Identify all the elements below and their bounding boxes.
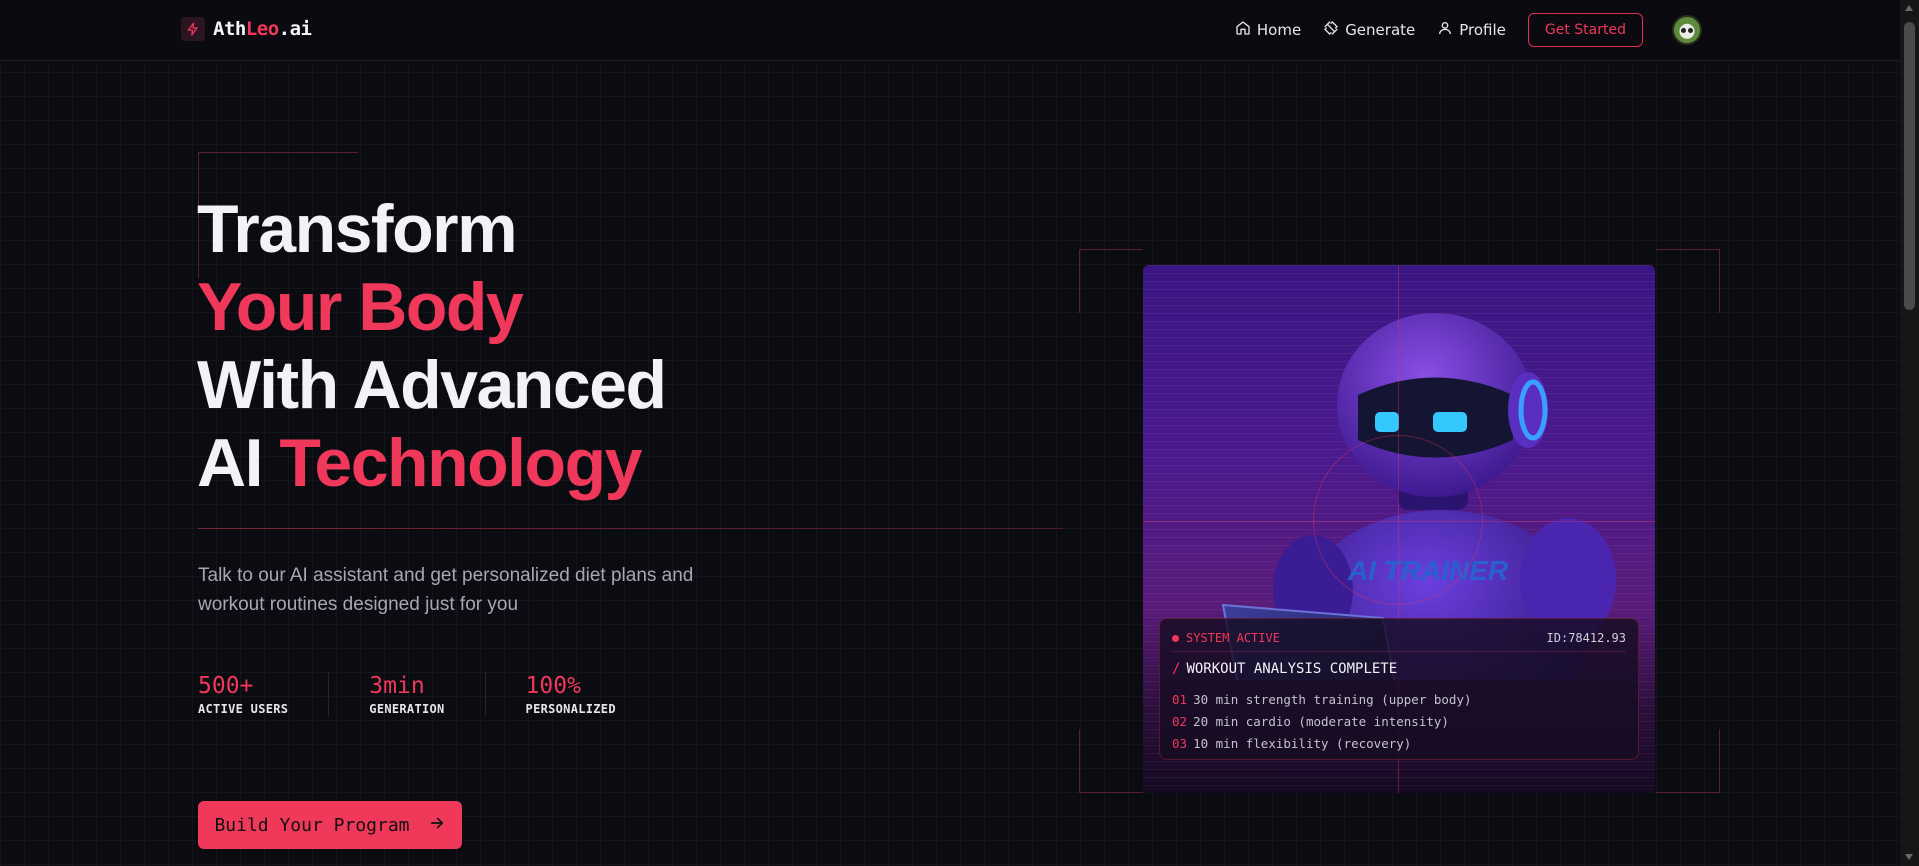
headline-line-4: AI Technology [197,425,642,501]
nav-item-label: Generate [1345,21,1416,39]
scroll-thumb[interactable] [1904,22,1915,310]
stats-row: 500+ ACTIVE USERS 3min GENERATION 100% P… [198,672,696,716]
stat-label: PERSONALIZED [525,702,616,716]
stat-active-users: 500+ ACTIVE USERS [198,672,330,716]
stat-personalized: 100% PERSONALIZED [526,672,656,716]
frame-corner [1656,249,1720,313]
list-item: 01 30 min strength training (upper body) [1172,692,1472,707]
build-program-label: Build Your Program [214,814,410,836]
nav-item-generate[interactable]: Generate [1323,20,1415,40]
stat-label: GENERATION [369,702,445,716]
nav-item-home[interactable]: Home [1235,20,1301,40]
list-item: 02 20 min cardio (moderate intensity) [1172,714,1449,729]
status-dot-icon [1172,634,1179,642]
hero-headline: Transform Your Body With Advanced AI Tec… [197,190,667,502]
logo[interactable]: AthLeo.ai [181,17,312,41]
list-item: 03 10 min flexibility (recovery) [1172,736,1412,751]
frame-corner [1656,729,1720,793]
stat-generation: 3min GENERATION [369,672,486,716]
bolt-icon [181,17,205,41]
session-id: ID:78412.93 [1546,631,1626,645]
routine-list: 01 30 min strength training (upper body) … [1172,689,1472,755]
nav-item-label: Home [1256,21,1302,39]
scroll-up-icon[interactable] [1905,5,1913,11]
stat-value: 3min [369,673,425,699]
panel-header: SYSTEM ACTIVE ID:78412.93 [1172,631,1626,645]
nav-item-profile[interactable]: Profile [1437,20,1506,40]
system-status: SYSTEM ACTIVE [1172,631,1280,645]
home-icon [1235,20,1251,40]
dumbbell-icon [1323,20,1339,40]
stat-label: ACTIVE USERS [198,702,289,716]
arrow-right-icon [428,814,446,837]
frame-corner [1079,249,1143,313]
get-started-button[interactable]: Get Started [1527,13,1643,47]
frame-corner [1079,729,1143,793]
user-icon [1437,20,1453,40]
headline-line-3: With Advanced [197,347,667,423]
nav-item-label: Profile [1459,21,1506,39]
page-scrollbar[interactable] [1900,0,1919,866]
analysis-panel: SYSTEM ACTIVE ID:78412.93 /WORKOUT ANALY… [1159,618,1639,760]
ai-trainer-card: AI TRAINER SYSTEM ACTIVE ID:78412.93 /WO… [1143,265,1655,793]
hero-divider [198,528,1063,529]
panel-title: / WORKOUT ANALYSIS COMPLETE [1172,661,1398,677]
avatar[interactable] [1672,15,1702,45]
build-program-button[interactable]: Build Your Program [198,801,462,849]
logo-text: AthLeo.ai [213,18,312,40]
stat-value: 500+ [198,673,254,699]
nav-links: Home Generate Profile Get Started [1235,13,1695,47]
stat-value: 100% [525,673,581,699]
panel-divider [1172,651,1626,652]
crosshair-ring [1313,435,1483,605]
navbar: AthLeo.ai Home Generate Profile Get Star… [0,0,1900,61]
scroll-down-icon[interactable] [1905,854,1913,860]
headline-line-2: Your Body [197,269,524,345]
hero-subtext: Talk to our AI assistant and get persona… [198,565,694,615]
headline-line-1: Transform [197,191,518,267]
status-text: SYSTEM ACTIVE [1186,631,1280,645]
